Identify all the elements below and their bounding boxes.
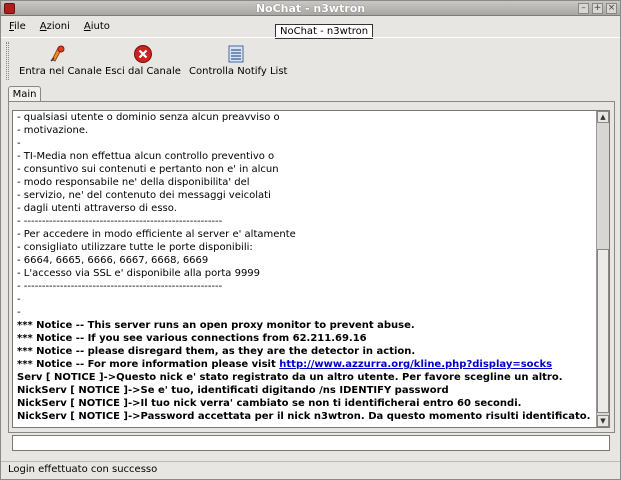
enter-channel-button[interactable]: Entra nel Canale <box>19 44 102 80</box>
log-line: - dagli utenti attraverso di esso. <box>17 203 177 214</box>
log-line: - consigliato utilizzare tutte le porte … <box>17 242 253 253</box>
scroll-thumb[interactable] <box>597 249 609 413</box>
log-line: - consuntivo sui contenuti e pertanto no… <box>17 164 279 175</box>
toolbar: Entra nel Canale Esci dal Canale Control… <box>1 37 620 83</box>
toolbar-grip[interactable] <box>6 42 9 80</box>
tab-main[interactable]: Main <box>8 86 41 102</box>
log-line: - Per accedere in modo efficiente al ser… <box>17 229 296 240</box>
log-line: - 6664, 6665, 6666, 6667, 6668, 6669 <box>17 255 209 266</box>
maximize-icon[interactable]: + <box>592 3 603 14</box>
title-bar[interactable]: NoChat - n3wtron – + × <box>1 1 620 16</box>
log-line: NickServ [ NOTICE ]->Password accettata … <box>17 411 591 422</box>
status-bar: Login effettuato con successo <box>1 461 620 479</box>
scroll-down-icon[interactable]: ▼ <box>597 415 609 427</box>
scroll-up-icon[interactable]: ▲ <box>597 111 609 123</box>
chat-log[interactable]: - qualsiasi utente o dominio senza alcun… <box>12 110 610 428</box>
window-title: NoChat - n3wtron <box>255 2 366 15</box>
exit-channel-icon <box>134 45 152 63</box>
menu-file[interactable]: File <box>9 21 26 32</box>
menu-azioni[interactable]: Azioni <box>40 21 70 32</box>
log-line: - <box>17 307 21 318</box>
log-line: *** Notice -- This server runs an open p… <box>17 320 415 331</box>
log-line: - --------------------------------------… <box>17 216 223 227</box>
message-input[interactable] <box>12 435 610 451</box>
notify-list-icon <box>228 45 244 63</box>
menu-aiuto[interactable]: Aiuto <box>84 21 110 32</box>
log-line: *** Notice -- For more information pleas… <box>17 359 553 370</box>
log-line: *** Notice -- please disregard them, as … <box>17 346 416 357</box>
status-text: Login effettuato con successo <box>8 464 158 475</box>
log-line: Serv [ NOTICE ]->Questo nick e' stato re… <box>17 372 563 383</box>
log-line: *** Notice -- If you see various connect… <box>17 333 367 344</box>
log-line: NickServ [ NOTICE ]->Il tuo nick verra' … <box>17 398 522 409</box>
log-line: - TI-Media non effettua alcun controllo … <box>17 151 275 162</box>
log-line: - motivazione. <box>17 125 89 136</box>
log-line: - servizio, ne' del contenuto dei messag… <box>17 190 271 201</box>
log-lines: - qualsiasi utente o dominio senza alcun… <box>17 111 595 423</box>
log-scrollbar[interactable]: ▲ ▼ <box>596 111 609 427</box>
notify-list-label: Controlla Notify List <box>189 66 288 77</box>
log-line: - <box>17 294 21 305</box>
app-window: NoChat - n3wtron – + × File Azioni Aiuto… <box>0 0 621 480</box>
notify-list-button[interactable]: Controlla Notify List <box>189 44 287 80</box>
log-line: - qualsiasi utente o dominio senza alcun… <box>17 112 280 123</box>
log-line: - <box>17 138 21 149</box>
log-line: - modo responsabile ne' della disponibil… <box>17 177 250 188</box>
exit-channel-label: Esci dal Canale <box>105 66 181 77</box>
log-line: - L'accesso via SSL e' disponibile alla … <box>17 268 261 279</box>
log-line: - --------------------------------------… <box>17 281 223 292</box>
close-icon[interactable]: × <box>606 3 617 14</box>
log-link[interactable]: http://www.azzurra.org/kline.php?display… <box>279 359 552 370</box>
exit-channel-button[interactable]: Esci dal Canale <box>105 44 181 80</box>
minimize-icon[interactable]: – <box>578 3 589 14</box>
enter-channel-icon <box>50 45 65 62</box>
enter-channel-label: Entra nel Canale <box>19 66 102 77</box>
log-line: NickServ [ NOTICE ]->Se e' tuo, identifi… <box>17 385 449 396</box>
